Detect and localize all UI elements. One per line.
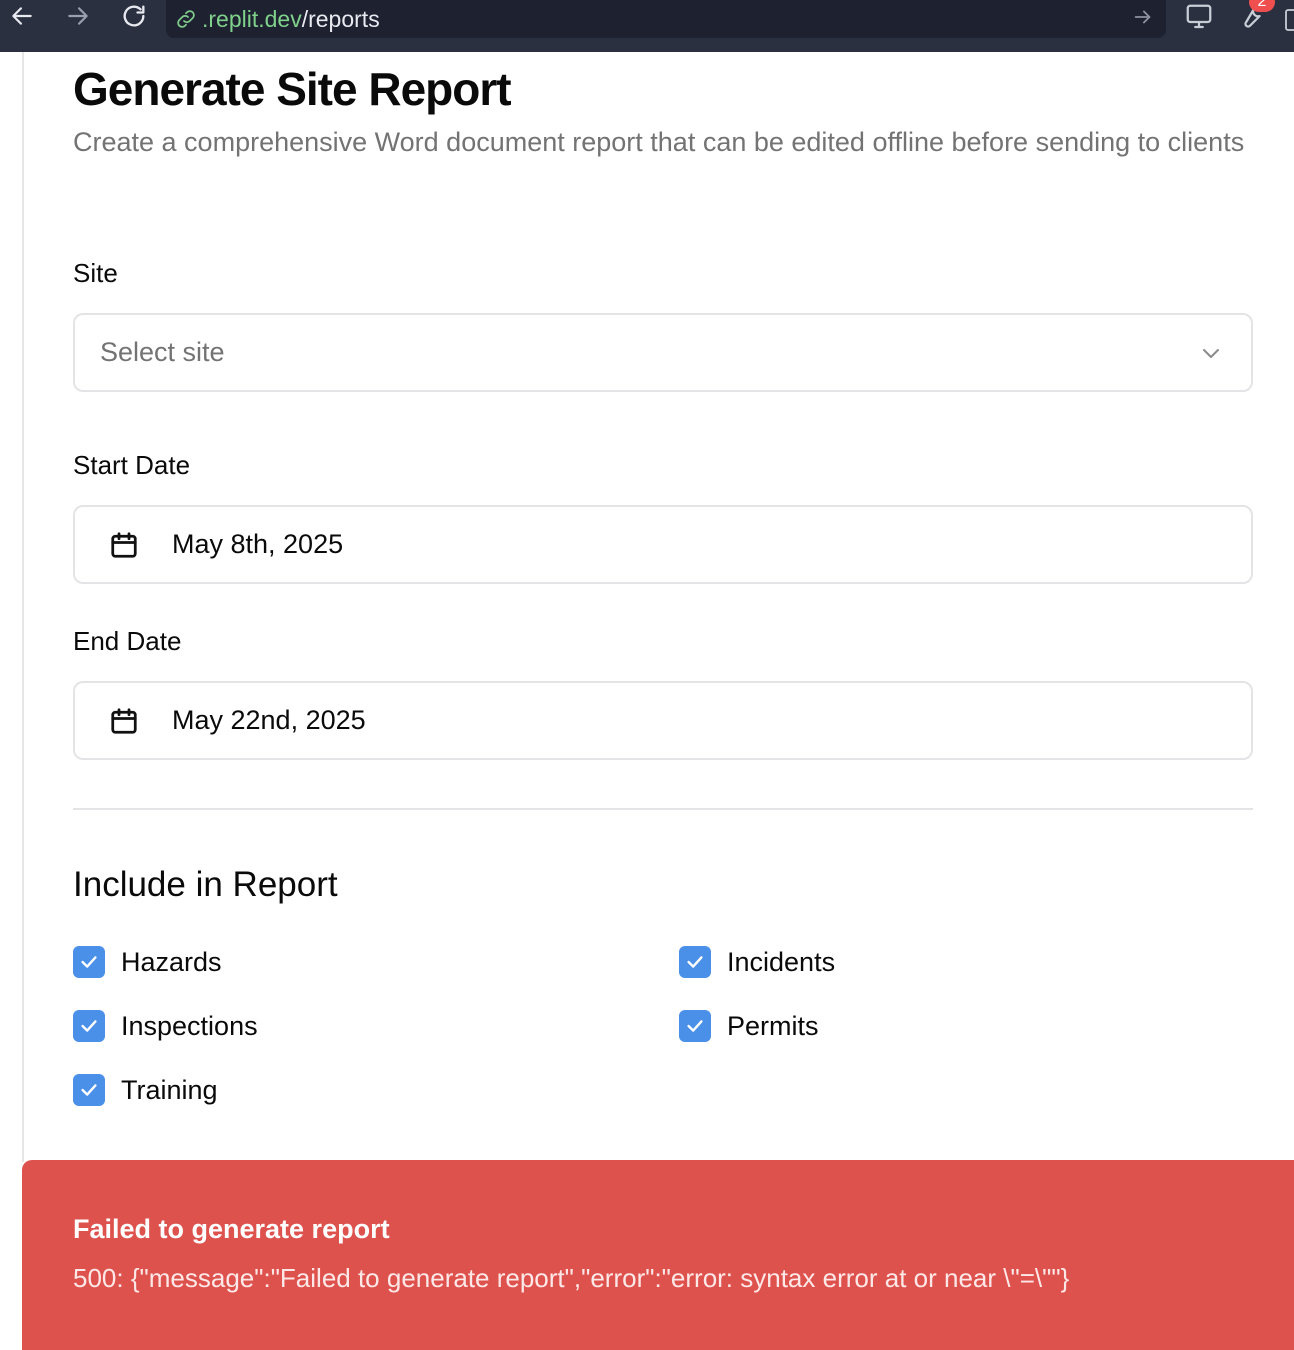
checkbox-hazards[interactable]: Hazards	[73, 946, 222, 978]
link-icon	[174, 7, 198, 31]
checkbox-label: Incidents	[727, 946, 836, 977]
end-date-value: May 22nd, 2025	[172, 705, 366, 735]
page-title: Generate Site Report	[73, 63, 512, 115]
page-subtitle: Create a comprehensive Word document rep…	[73, 127, 1245, 157]
arrow-right-icon	[68, 7, 88, 25]
checkbox-checked[interactable]	[73, 946, 105, 978]
checkbox-label: Inspections	[121, 1010, 258, 1041]
include-section-title: Include in Report	[73, 865, 338, 904]
check-icon	[81, 1020, 97, 1032]
notification-badge: 2	[1249, 0, 1275, 12]
checkbox-label: Permits	[727, 1010, 819, 1041]
checkbox-label: Hazards	[121, 946, 222, 977]
chevron-down-icon	[1199, 341, 1223, 370]
checkbox-checked[interactable]	[73, 1074, 105, 1106]
checkbox-incidents[interactable]: Incidents	[679, 946, 835, 978]
start-date-picker[interactable]: May 8th, 2025	[73, 505, 1253, 584]
check-icon	[81, 1084, 97, 1096]
end-date-picker[interactable]: May 22nd, 2025	[73, 681, 1253, 760]
url-path: /reports	[301, 5, 380, 32]
site-select-placeholder: Select site	[100, 337, 225, 367]
toast-title: Failed to generate report	[73, 1214, 390, 1244]
end-date-label: End Date	[73, 626, 182, 656]
site-label: Site	[73, 258, 118, 288]
checkbox-training[interactable]: Training	[73, 1074, 218, 1106]
calendar-icon	[109, 530, 139, 560]
sidebar-icon[interactable]	[1284, 8, 1294, 37]
arrow-left-icon	[12, 7, 32, 25]
checkbox-label: Training	[121, 1074, 218, 1105]
url-host: .replit.dev	[202, 5, 302, 32]
error-toast[interactable]: Failed to generate report 500: {"message…	[22, 1160, 1294, 1350]
check-icon	[81, 956, 97, 968]
divider	[73, 808, 1253, 810]
start-date-value: May 8th, 2025	[172, 529, 344, 559]
checkbox-permits[interactable]: Permits	[679, 1010, 819, 1042]
start-date-label: Start Date	[73, 450, 191, 480]
monitor-icon[interactable]	[1183, 2, 1215, 37]
reload-icon	[123, 5, 145, 27]
checkbox-checked[interactable]	[679, 1010, 711, 1042]
forward-button[interactable]	[58, 0, 98, 32]
check-icon	[687, 1020, 703, 1032]
checkbox-checked[interactable]	[73, 1010, 105, 1042]
calendar-icon	[109, 706, 139, 736]
go-arrow-icon[interactable]	[1132, 6, 1154, 34]
checkbox-checked[interactable]	[679, 946, 711, 978]
reload-button[interactable]	[114, 0, 154, 32]
sidebar-border	[22, 52, 24, 1162]
checkbox-inspections[interactable]: Inspections	[73, 1010, 258, 1042]
browser-toolbar: .replit.dev/reports 2	[0, 0, 1294, 52]
address-bar[interactable]: .replit.dev/reports	[166, 0, 1166, 38]
site-select[interactable]: Select site	[73, 313, 1253, 392]
back-button[interactable]	[2, 0, 42, 32]
toast-message: 500: {"message":"Failed to generate repo…	[73, 1263, 1070, 1293]
check-icon	[687, 956, 703, 968]
